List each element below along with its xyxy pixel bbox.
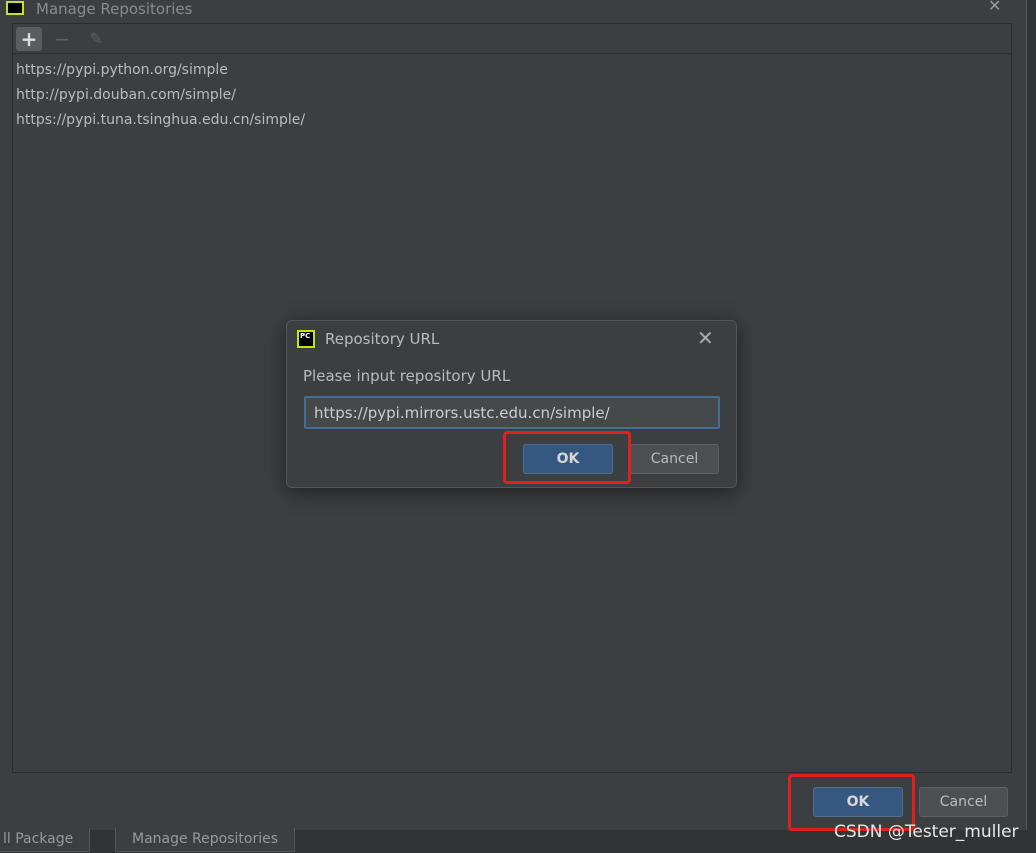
app-icon bbox=[6, 1, 24, 15]
url-prompt: Please input repository URL bbox=[303, 367, 511, 385]
dialog-cancel-button[interactable]: Cancel bbox=[630, 444, 719, 474]
repository-url-dialog: PC Repository URL ✕ Please input reposit… bbox=[286, 320, 737, 488]
repository-url-input[interactable] bbox=[304, 396, 720, 429]
install-package-button[interactable]: ll Package bbox=[0, 828, 91, 852]
close-icon[interactable]: ✕ bbox=[697, 326, 714, 350]
manage-repositories-button[interactable]: Manage Repositories bbox=[115, 828, 296, 852]
list-item[interactable]: http://pypi.douban.com/simple/ bbox=[16, 87, 236, 103]
list-item[interactable]: https://pypi.tuna.tsinghua.edu.cn/simple… bbox=[16, 112, 305, 128]
dialog-title: Repository URL bbox=[325, 330, 440, 348]
remove-icon[interactable]: − bbox=[49, 27, 75, 51]
list-toolbar: + − ✎ bbox=[13, 24, 1011, 54]
edit-icon[interactable]: ✎ bbox=[83, 27, 109, 51]
add-icon[interactable]: + bbox=[16, 27, 42, 51]
list-item[interactable]: https://pypi.python.org/simple bbox=[16, 62, 228, 78]
pycharm-icon: PC bbox=[297, 330, 315, 348]
close-icon[interactable]: ✕ bbox=[988, 0, 1001, 15]
window-title: Manage Repositories bbox=[36, 0, 193, 18]
cancel-button[interactable]: Cancel bbox=[919, 787, 1008, 817]
watermark: CSDN @Tester_muller bbox=[834, 822, 1019, 842]
highlight-box bbox=[503, 431, 631, 484]
